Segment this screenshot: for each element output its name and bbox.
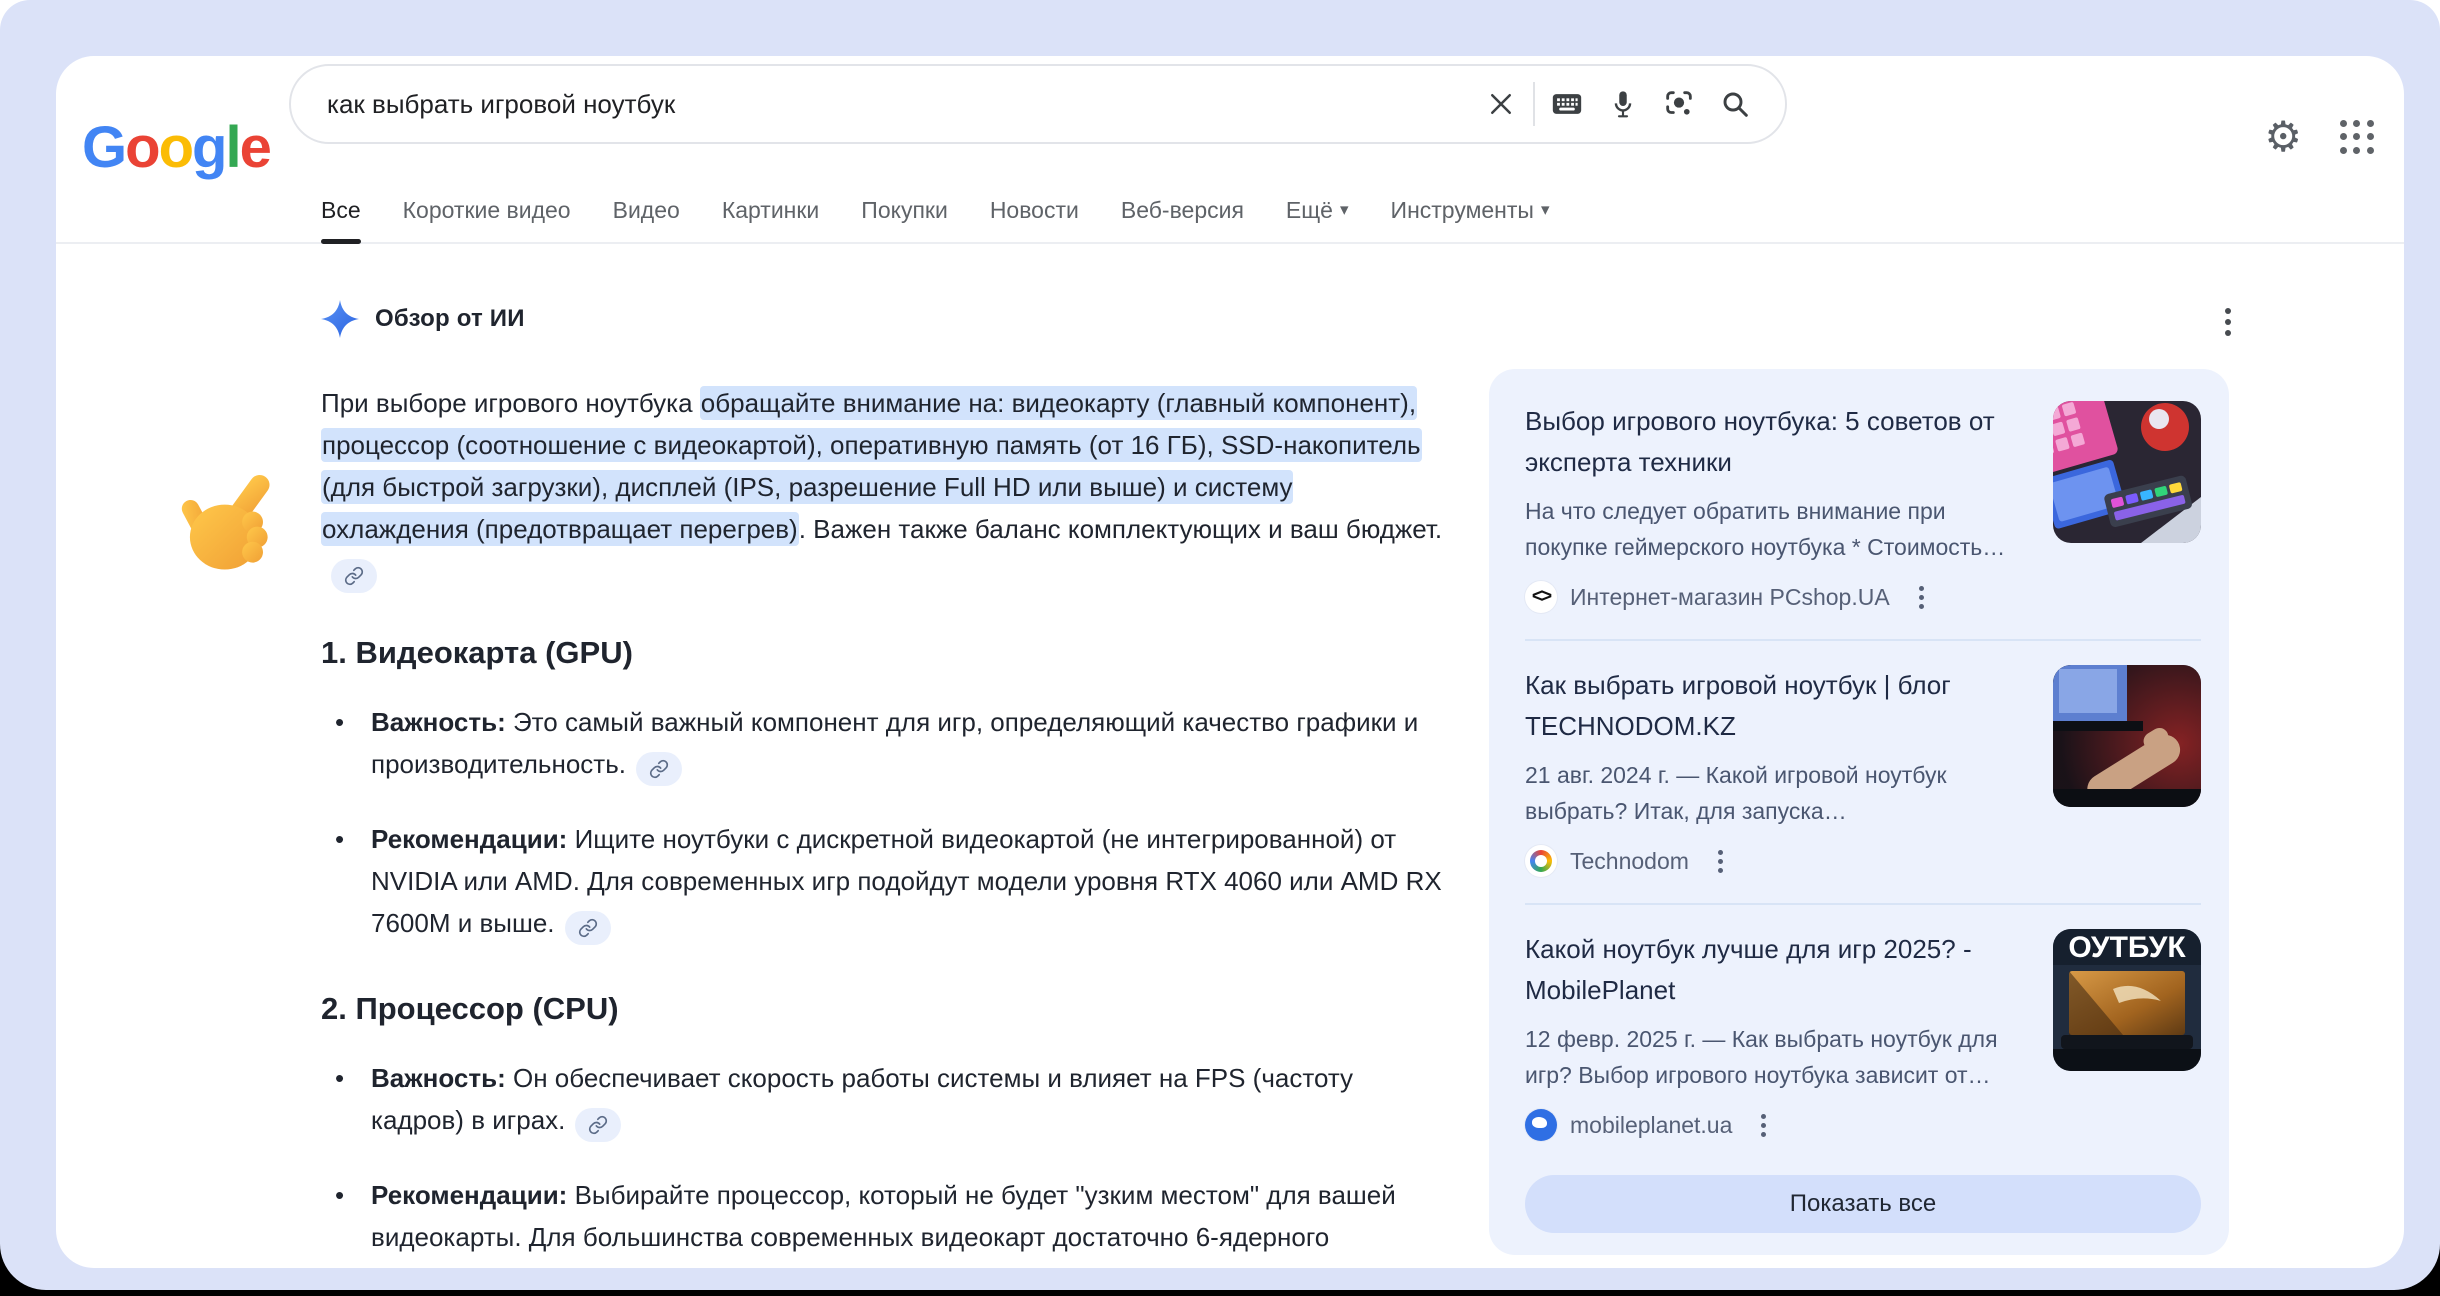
citation-chip[interactable] xyxy=(636,752,682,786)
pcshop-favicon: <> xyxy=(1525,581,1557,613)
result-snippet: 12 февр. 2025 г. — Как выбрать ноутбук д… xyxy=(1525,1021,2029,1093)
tab-shopping[interactable]: Покупки xyxy=(861,178,948,242)
ai-sparkle-icon xyxy=(321,300,359,338)
thumbnail-text: ОУТБУК xyxy=(2068,931,2186,964)
show-all-button[interactable]: Показать все xyxy=(1525,1175,2201,1233)
search-icon[interactable] xyxy=(1707,76,1763,132)
chevron-down-icon: ▾ xyxy=(1541,200,1550,220)
keyboard-icon[interactable] xyxy=(1539,76,1595,132)
tab-web[interactable]: Веб-версия xyxy=(1121,178,1244,242)
citation-chip[interactable] xyxy=(575,1108,621,1142)
bullet-text: Это самый важный компонент для игр, опре… xyxy=(371,707,1418,779)
result-snippet: 21 авг. 2024 г. — Какой игровой ноутбук … xyxy=(1525,757,2029,829)
clear-icon[interactable] xyxy=(1473,76,1529,132)
search-bar[interactable] xyxy=(289,64,1787,144)
ai-overview: Обзор от ИИ При выборе игрового ноутбука… xyxy=(321,300,1443,1268)
lens-icon[interactable] xyxy=(1651,76,1707,132)
paragraph-text: При выборе игрового ноутбука xyxy=(321,388,700,418)
paragraph-text: . Важен также баланс комплектующих и ваш… xyxy=(799,514,1442,544)
tab-videos[interactable]: Видео xyxy=(613,178,680,242)
technodom-favicon xyxy=(1525,845,1557,877)
source-card[interactable]: Как выбрать игровой ноутбук | блог TECHN… xyxy=(1525,639,2201,903)
result-menu-icon[interactable] xyxy=(1919,586,1924,609)
result-thumbnail[interactable] xyxy=(2053,665,2201,807)
bullet-label: Важность: xyxy=(371,1063,506,1093)
logo-letter: l xyxy=(225,114,239,181)
gpu-bullet-list: Важность: Это самый важный компонент для… xyxy=(321,701,1443,945)
tab-short-videos[interactable]: Короткие видео xyxy=(403,178,571,242)
settings-gear-icon[interactable]: ⚙ xyxy=(2264,116,2302,158)
bullet-label: Рекомендации: xyxy=(371,1180,567,1210)
bullet-label: Важность: xyxy=(371,707,506,737)
section-heading-cpu: 2. Процессор (CPU) xyxy=(321,991,1443,1027)
bullet-label: Рекомендации: xyxy=(371,824,567,854)
ai-overview-label: Обзор от ИИ xyxy=(375,305,525,333)
bullet-item: Важность: Это самый важный компонент для… xyxy=(321,701,1443,786)
result-tabs: Все Короткие видео Видео Картинки Покупк… xyxy=(56,178,2404,244)
result-menu-icon[interactable] xyxy=(1761,1114,1766,1137)
google-logo[interactable]: Google xyxy=(82,114,270,181)
mic-icon[interactable] xyxy=(1595,76,1651,132)
citation-chip[interactable] xyxy=(565,911,611,945)
search-results-page: Google ⚙ Все xyxy=(56,56,2404,1268)
source-card[interactable]: Какой ноутбук лучше для игр 2025? - Mobi… xyxy=(1525,903,2201,1167)
ai-overview-menu-icon[interactable] xyxy=(2208,302,2248,342)
result-source: Technodom xyxy=(1570,848,1689,875)
citation-chip[interactable] xyxy=(331,559,377,593)
search-input[interactable] xyxy=(291,89,1473,120)
bullet-item: Рекомендации: Выбирайте процессор, котор… xyxy=(321,1174,1443,1268)
cpu-bullet-list: Важность: Он обеспечивает скорость работ… xyxy=(321,1057,1443,1268)
result-source: mobileplanet.ua xyxy=(1570,1112,1732,1139)
tab-all[interactable]: Все xyxy=(321,178,361,242)
logo-letter: o xyxy=(159,114,192,181)
tab-news[interactable]: Новости xyxy=(990,178,1079,242)
result-thumbnail[interactable]: ОУТБУК xyxy=(2053,929,2201,1071)
tab-more[interactable]: Ещё▾ xyxy=(1286,178,1349,242)
tab-tools[interactable]: Инструменты▾ xyxy=(1391,178,1550,242)
logo-letter: o xyxy=(125,114,158,181)
bullet-item: Рекомендации: Ищите ноутбуки с дискретно… xyxy=(321,818,1443,945)
bullet-item: Важность: Он обеспечивает скорость работ… xyxy=(321,1057,1443,1142)
result-title[interactable]: Как выбрать игровой ноутбук | блог TECHN… xyxy=(1525,665,2029,747)
bullet-text: Он обеспечивает скорость работы системы … xyxy=(371,1063,1353,1135)
chevron-down-icon: ▾ xyxy=(1340,200,1349,220)
source-card[interactable]: Выбор игрового ноутбука: 5 советов от эк… xyxy=(1525,377,2201,639)
logo-letter: g xyxy=(192,114,225,181)
tab-images[interactable]: Картинки xyxy=(722,178,819,242)
logo-letter: G xyxy=(82,114,125,181)
result-snippet: На что следует обратить внимание при пок… xyxy=(1525,493,2029,565)
result-title[interactable]: Выбор игрового ноутбука: 5 советов от эк… xyxy=(1525,401,2029,483)
result-thumbnail[interactable] xyxy=(2053,401,2201,543)
pointing-hand-emoji xyxy=(176,464,292,580)
result-menu-icon[interactable] xyxy=(1718,850,1723,873)
section-heading-gpu: 1. Видеокарта (GPU) xyxy=(321,635,1443,671)
apps-grid-icon[interactable] xyxy=(2340,120,2374,154)
result-title[interactable]: Какой ноутбук лучше для игр 2025? - Mobi… xyxy=(1525,929,2029,1011)
ai-overview-paragraph: При выборе игрового ноутбука обращайте в… xyxy=(321,382,1443,593)
logo-letter: e xyxy=(240,114,270,181)
result-source: Интернет-магазин PCshop.UA xyxy=(1570,584,1890,611)
sources-panel: Выбор игрового ноутбука: 5 советов от эк… xyxy=(1489,369,2229,1255)
search-divider xyxy=(1533,82,1535,126)
mobileplanet-favicon xyxy=(1525,1109,1557,1141)
